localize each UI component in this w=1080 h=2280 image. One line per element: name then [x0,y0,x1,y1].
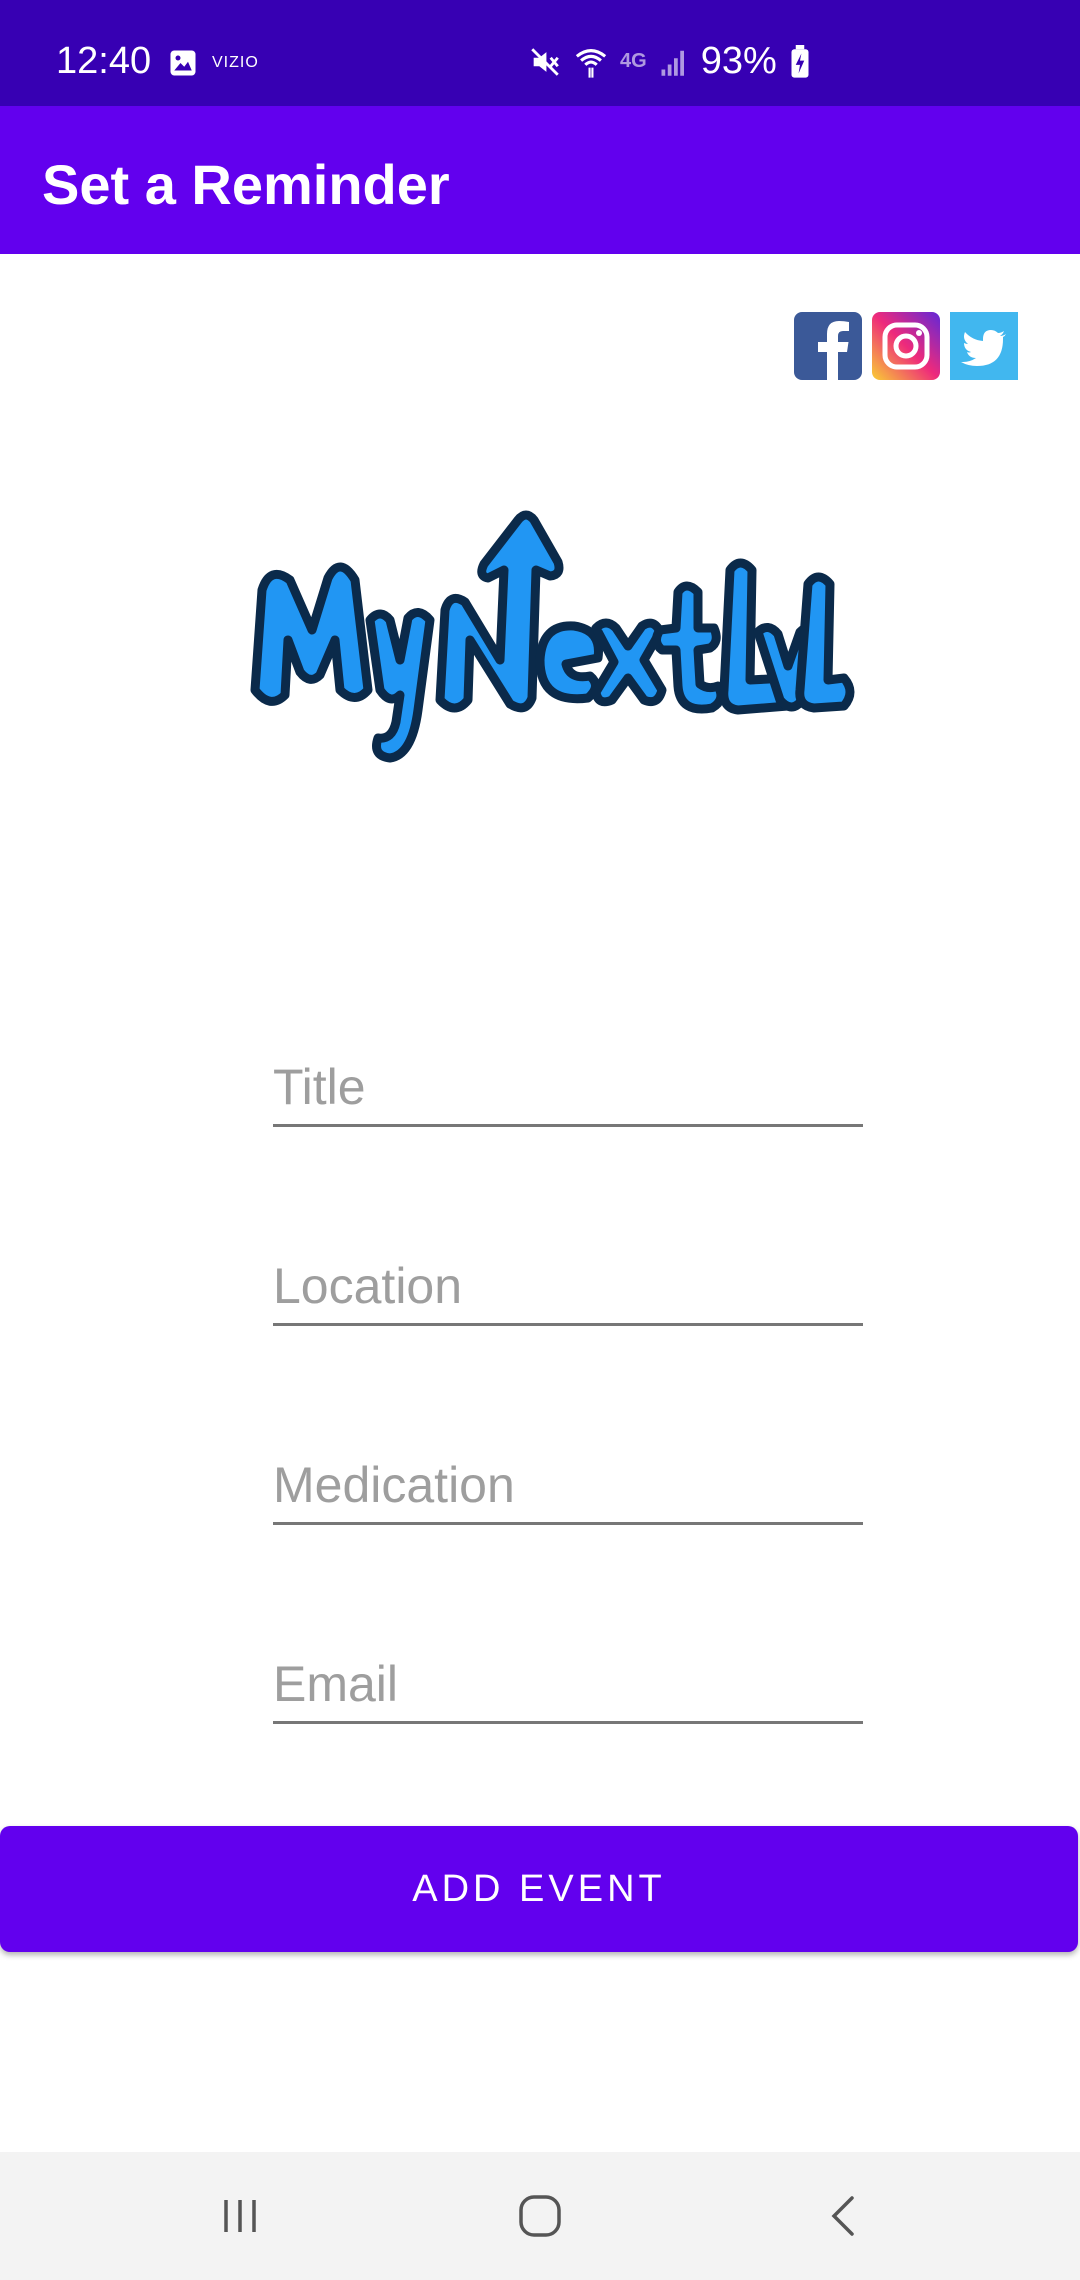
location-field [273,1233,863,1326]
battery-charging-icon [791,44,809,78]
twitter-icon[interactable] [950,312,1018,380]
wifi-icon [575,48,607,78]
add-event-button[interactable]: ADD EVENT [0,1826,1078,1952]
facebook-icon[interactable] [794,312,862,380]
title-input[interactable] [273,1058,863,1116]
system-nav-bar [0,2152,1080,2280]
medication-input[interactable] [273,1456,863,1514]
network-type: 4G [620,50,647,72]
email-input[interactable] [273,1655,863,1713]
page-title: Set a Reminder [42,153,450,216]
app-bar: Set a Reminder [0,106,1080,254]
back-button[interactable] [812,2184,876,2248]
mute-icon [531,47,559,76]
vizio-notification-icon: VIZIO [212,54,259,71]
email-field [273,1631,863,1724]
signal-icon [661,50,684,76]
social-links [794,312,1018,380]
app-logo [240,500,860,780]
home-button[interactable] [508,2184,572,2248]
recent-apps-icon [224,2200,256,2232]
home-icon [519,2195,561,2237]
instagram-icon[interactable] [872,312,940,380]
medication-field [273,1432,863,1525]
location-input[interactable] [273,1257,863,1315]
battery-percent: 93% [700,40,777,82]
recent-apps-button[interactable] [208,2184,272,2248]
gallery-notification-icon [170,50,196,76]
title-field [273,1034,863,1127]
status-bar: 12:40 VIZIO 4G 93% [0,0,1080,106]
status-time: 12:40 [56,40,152,82]
back-icon [831,2196,854,2236]
